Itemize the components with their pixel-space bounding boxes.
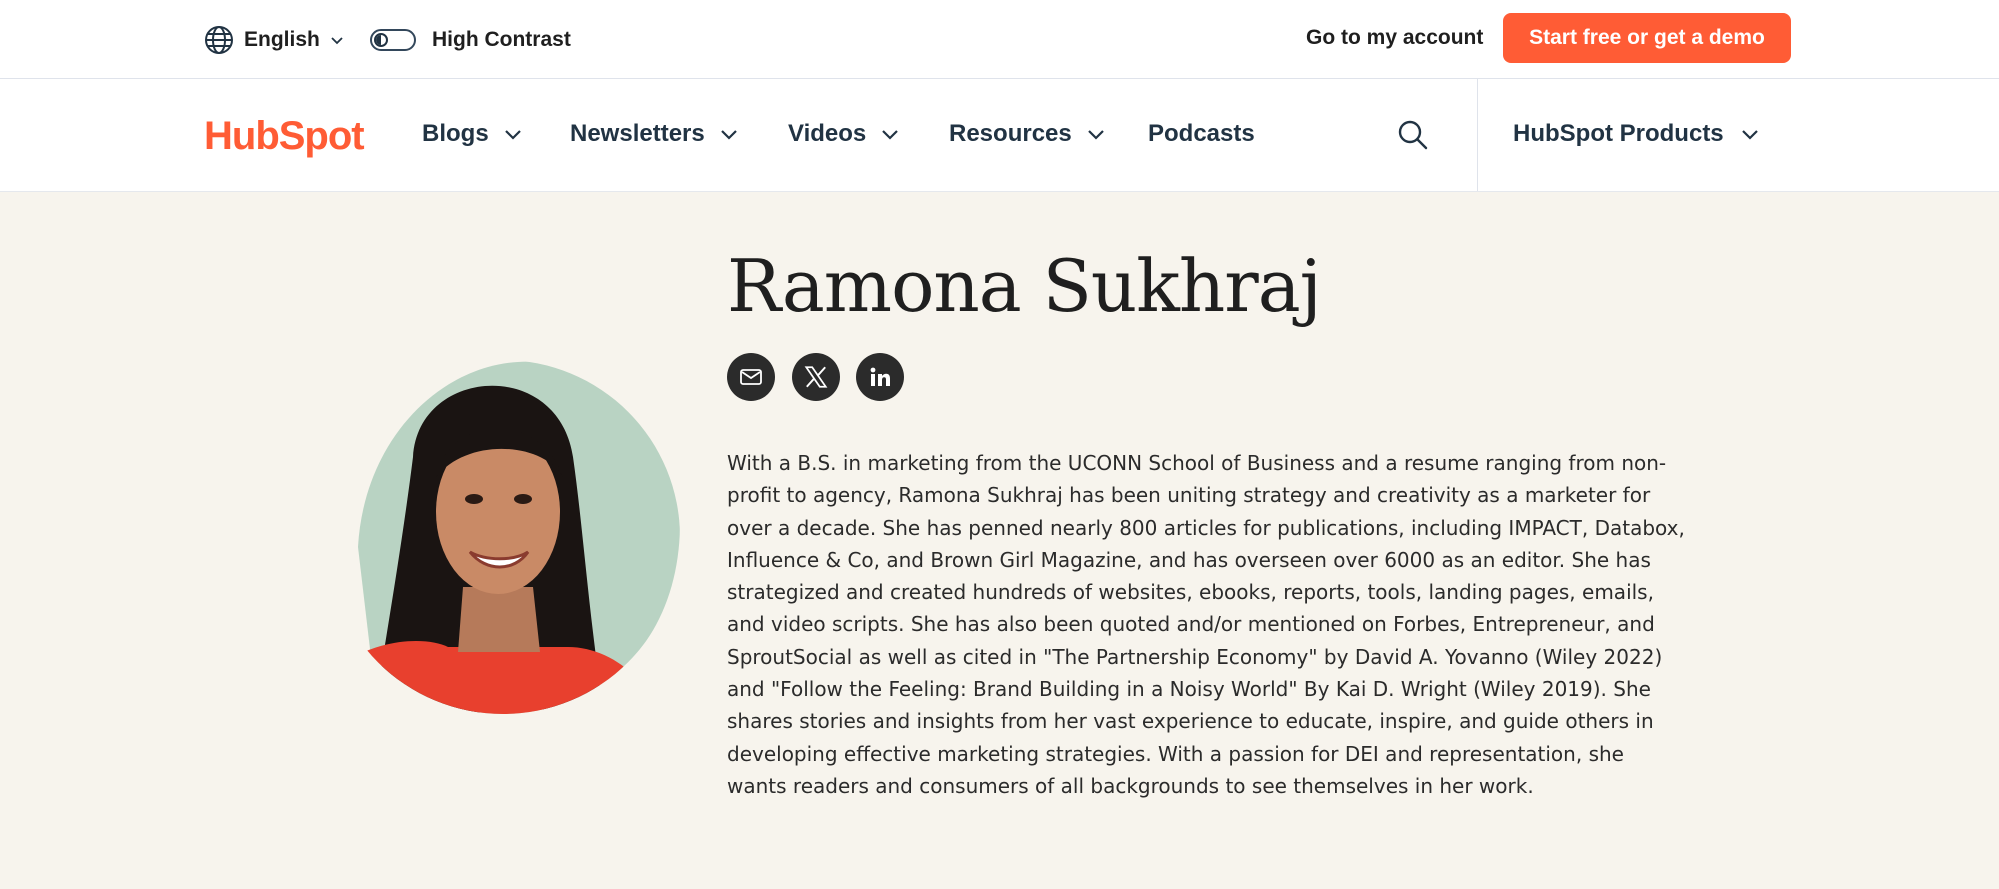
products-menu-label: HubSpot Products (1513, 120, 1724, 147)
x-icon (804, 366, 828, 388)
nav-divider (1477, 79, 1478, 191)
nav-item-newsletters[interactable]: Newsletters (570, 116, 739, 152)
nav-item-videos[interactable]: Videos (788, 116, 900, 152)
author-name: Ramona Sukhraj (727, 244, 1322, 328)
utility-bar: English High Contrast Go to my account S… (0, 0, 1999, 79)
hubspot-products-menu[interactable]: HubSpot Products (1513, 116, 1760, 152)
nav-item-podcasts[interactable]: Podcasts (1148, 116, 1255, 152)
high-contrast-label: High Contrast (432, 28, 571, 51)
nav-item-label: Newsletters (570, 120, 705, 147)
chevron-down-icon (720, 130, 737, 140)
go-to-account-link[interactable]: Go to my account (1306, 26, 1483, 50)
linkedin-button[interactable] (856, 353, 904, 401)
nav-item-label: Podcasts (1148, 120, 1255, 147)
start-free-demo-button[interactable]: Start free or get a demo (1503, 13, 1791, 63)
high-contrast-toggle[interactable]: High Contrast (370, 24, 571, 56)
chevron-down-icon (331, 37, 343, 45)
nav-item-label: Videos (788, 120, 867, 147)
main-navigation: HubSpot Blogs Newsletters Videos Resourc… (0, 79, 1999, 192)
chevron-down-icon (1741, 130, 1758, 140)
language-label: English (244, 28, 320, 51)
chevron-down-icon (504, 130, 521, 140)
author-portrait (326, 360, 680, 714)
author-bio: With a B.S. in marketing from the UCONN … (727, 451, 1685, 798)
nav-item-label: Resources (949, 120, 1072, 147)
nav-item-resources[interactable]: Resources (949, 116, 1106, 152)
email-button[interactable] (727, 353, 775, 401)
chevron-down-icon (1087, 130, 1104, 140)
search-icon[interactable] (1397, 119, 1429, 151)
chevron-down-icon (882, 130, 899, 140)
nav-item-label: Blogs (422, 120, 489, 147)
author-profile-section: Ramona Sukhraj With a B.S. in marketing … (0, 192, 1999, 889)
contrast-icon (374, 33, 388, 47)
globe-icon (205, 26, 233, 54)
linkedin-icon (870, 367, 890, 386)
x-twitter-button[interactable] (792, 353, 840, 401)
language-selector[interactable]: English (204, 24, 344, 56)
contrast-switch[interactable] (370, 29, 416, 51)
email-icon (740, 369, 762, 385)
nav-item-blogs[interactable]: Blogs (422, 116, 523, 152)
hubspot-logo[interactable]: HubSpot (204, 113, 365, 159)
